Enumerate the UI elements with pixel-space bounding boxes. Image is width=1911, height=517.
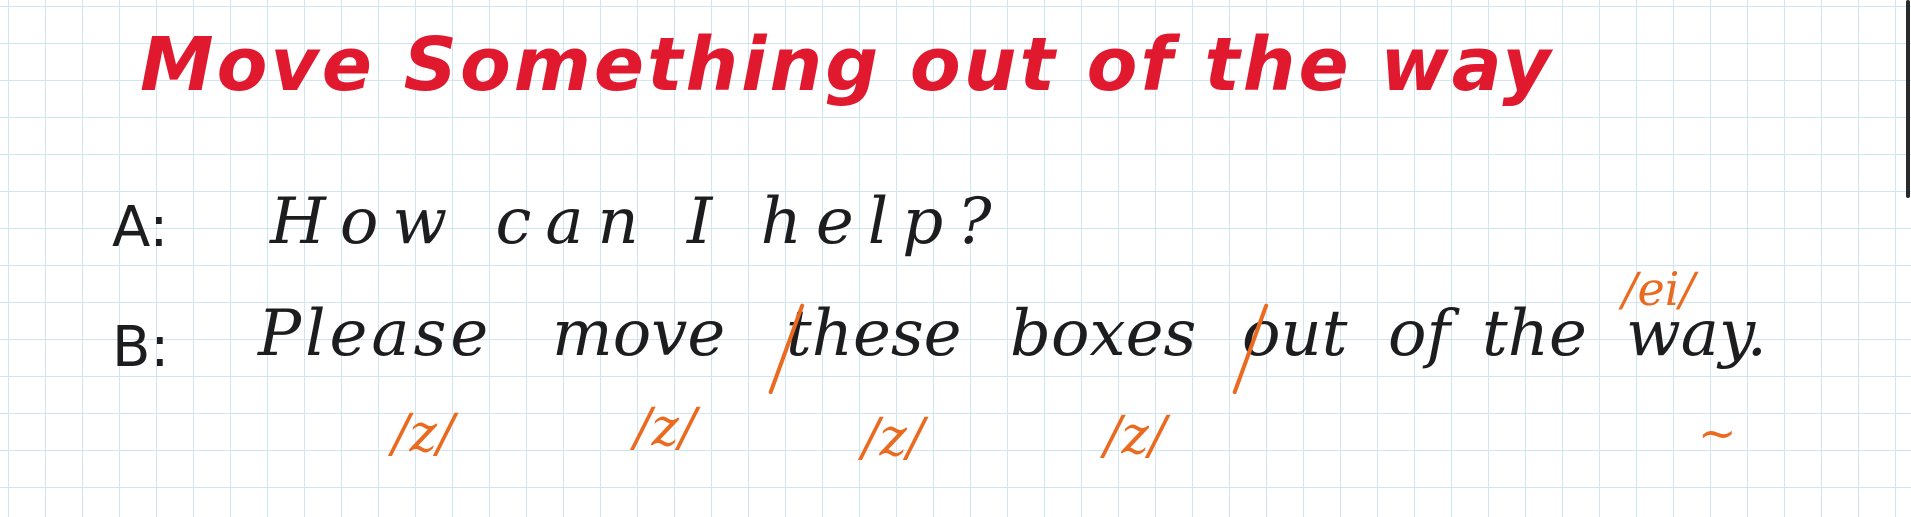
- page-title: Move Something out of the way: [140, 22, 1554, 108]
- annotation-z-please: /z/: [392, 404, 455, 464]
- word-of: of: [1388, 297, 1451, 371]
- word-boxes: boxes: [1010, 297, 1197, 371]
- annotation-z-move: /z/: [634, 398, 697, 458]
- annotation-ei-way: /ei/: [1622, 262, 1695, 316]
- word-please: Please: [258, 297, 493, 371]
- vertical-scrollbar[interactable]: [1903, 0, 1911, 517]
- notes-canvas: Move Something out of the way A: How can…: [0, 0, 1911, 517]
- word-the: the: [1482, 297, 1587, 371]
- speaker-b-label: B:: [112, 315, 170, 380]
- word-move: move: [552, 297, 726, 371]
- annotation-tilde-way: ~: [1698, 406, 1737, 460]
- annotation-z-these: /z/: [862, 408, 925, 468]
- annotation-z-boxes: /z/: [1104, 406, 1167, 466]
- word-these: these: [786, 297, 962, 371]
- scrollbar-thumb[interactable]: [1906, 0, 1910, 198]
- speaker-a-label: A:: [112, 195, 169, 260]
- line-a-text: How can I help?: [270, 185, 1006, 259]
